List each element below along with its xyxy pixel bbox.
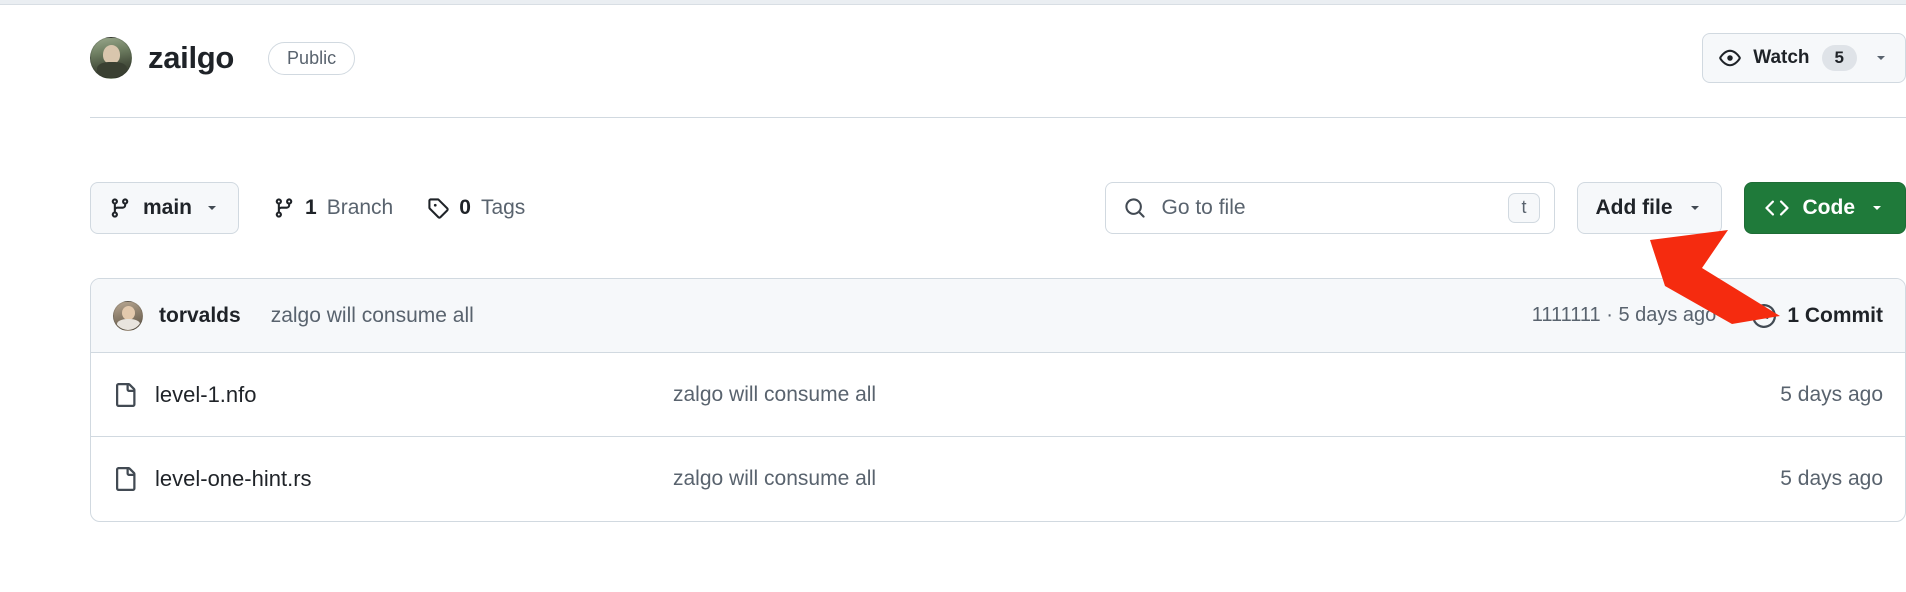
repository-toolbar: main 1 Branch 0 Tags (90, 180, 1906, 236)
status-badge: Public (268, 42, 355, 75)
branch-name-label: main (143, 196, 192, 220)
commit-author-group: torvalds zalgo will consume all (113, 301, 474, 331)
watch-count-badge: 5 (1822, 45, 1857, 71)
file-icon (113, 467, 137, 491)
table-row[interactable]: level-one-hint.rs zalgo will consume all… (91, 437, 1905, 521)
page-top-rule (0, 0, 1906, 5)
eye-icon (1719, 47, 1741, 69)
go-to-file-search[interactable]: t (1105, 182, 1555, 234)
commit-hash-and-time[interactable]: 1111111 · 5 days ago (1532, 304, 1717, 327)
add-file-label: Add file (1596, 196, 1673, 220)
code-brackets-icon (1765, 196, 1789, 220)
page-title[interactable]: zailgo (148, 40, 234, 76)
latest-commit-bar: torvalds zalgo will consume all 1111111 … (91, 279, 1905, 353)
commit-count-label: 1 Commit (1787, 304, 1883, 328)
file-name-cell: level-one-hint.rs (113, 466, 673, 492)
header-divider (90, 117, 1906, 118)
watch-label: Watch (1753, 47, 1809, 69)
file-name-link[interactable]: level-one-hint.rs (155, 466, 312, 492)
commit-author-avatar[interactable] (113, 301, 143, 331)
header-actions: Watch 5 (1702, 33, 1906, 83)
git-branch-icon (273, 197, 295, 219)
commit-author-name[interactable]: torvalds (159, 304, 241, 328)
file-updated-time: 5 days ago (1780, 383, 1883, 407)
commit-message[interactable]: zalgo will consume all (271, 304, 474, 328)
search-input[interactable] (1162, 196, 1493, 220)
repository-header: zailgo Public Watch 5 (90, 28, 1906, 88)
file-name-cell: level-1.nfo (113, 382, 673, 408)
table-row[interactable]: level-1.nfo zalgo will consume all 5 day… (91, 353, 1905, 437)
toolbar-right-group: t Add file Code (1105, 182, 1906, 234)
tag-count-value: 0 (459, 196, 471, 220)
watch-button[interactable]: Watch 5 (1702, 33, 1906, 83)
history-clock-icon (1752, 304, 1776, 328)
tag-count-link[interactable]: 0 Tags (427, 196, 525, 220)
code-button[interactable]: Code (1744, 182, 1906, 234)
branch-count-link[interactable]: 1 Branch (273, 196, 393, 220)
owner-avatar[interactable] (90, 37, 132, 79)
tag-icon (427, 197, 449, 219)
branch-selector-button[interactable]: main (90, 182, 239, 234)
chevron-down-icon (1873, 50, 1889, 66)
file-updated-time: 5 days ago (1780, 467, 1883, 491)
branch-count-value: 1 (305, 196, 317, 220)
file-listing-table: torvalds zalgo will consume all 1111111 … (90, 278, 1906, 522)
ref-stats: 1 Branch 0 Tags (273, 196, 525, 220)
chevron-down-icon (1687, 200, 1703, 216)
add-file-button[interactable]: Add file (1577, 182, 1722, 234)
file-icon (113, 383, 137, 407)
repository-identity: zailgo Public (90, 37, 355, 79)
chevron-down-icon (204, 200, 220, 216)
search-icon (1124, 197, 1146, 219)
chevron-down-icon (1869, 200, 1885, 216)
branch-count-word: Branch (327, 196, 394, 220)
code-label: Code (1803, 196, 1856, 220)
file-commit-message[interactable]: zalgo will consume all (673, 467, 1780, 491)
search-shortcut-badge: t (1508, 193, 1539, 223)
git-branch-icon (109, 197, 131, 219)
tag-count-word: Tags (481, 196, 525, 220)
commit-history-link[interactable]: 1 Commit (1752, 304, 1883, 328)
file-name-link[interactable]: level-1.nfo (155, 382, 257, 408)
commit-meta-group: 1111111 · 5 days ago 1 Commit (1532, 304, 1883, 328)
file-commit-message[interactable]: zalgo will consume all (673, 383, 1780, 407)
